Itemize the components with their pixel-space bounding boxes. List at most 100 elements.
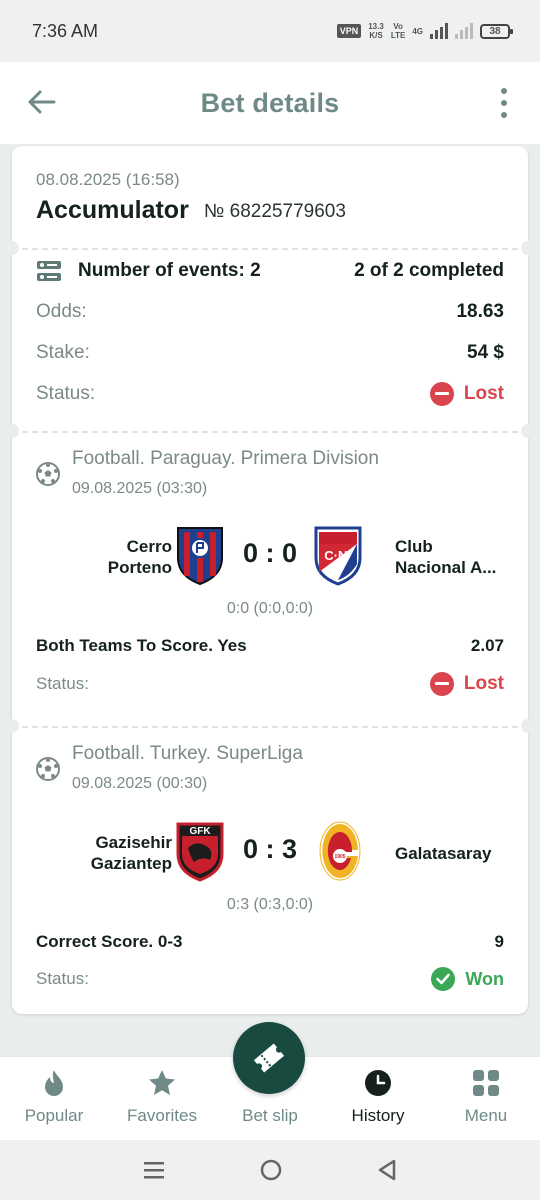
- minus-circle-icon: [429, 382, 454, 406]
- grid-icon: [473, 1070, 499, 1096]
- list-icon: [37, 261, 61, 281]
- market-odds: 9: [494, 932, 504, 951]
- galatasaray-logo-text: 1905: [334, 854, 345, 860]
- match-score: 0 : 0: [242, 538, 298, 568]
- network-type-label: 4G: [412, 26, 423, 36]
- away-team-line1: Club: [395, 537, 433, 556]
- network-speed-unit: K/S: [369, 31, 383, 40]
- svg-text:C·N·: C·N·: [324, 548, 351, 563]
- event-status-value: Lost: [463, 673, 504, 694]
- arrow-left-icon[interactable]: [26, 86, 58, 118]
- home-team-name: Gazisehir Gaziantep: [52, 832, 172, 874]
- score-detail: 0:0 (0:0,0:0): [226, 600, 314, 617]
- nav-label: History: [351, 1106, 405, 1125]
- home-team-line1: Cerro: [126, 537, 172, 556]
- nav-item-history[interactable]: History: [324, 1057, 432, 1140]
- events-count-label: Number of events: 2: [78, 260, 261, 281]
- signal-icon-secondary: [455, 23, 473, 39]
- event-status-value: Won: [465, 968, 504, 989]
- stake-row: Stake: 54 $: [36, 342, 504, 364]
- nav-label: Menu: [464, 1106, 508, 1125]
- gaziantep-logo-text: GFK: [189, 826, 211, 837]
- nav-item-popular[interactable]: Popular: [0, 1057, 108, 1140]
- event-league: Football. Paraguay. Primera Division: [72, 448, 379, 469]
- status-row: Status: Lost: [36, 382, 504, 406]
- nav-label: Popular: [24, 1106, 84, 1125]
- home-team-line1: Gazisehir: [95, 833, 172, 852]
- ticket-icon: [253, 1043, 285, 1073]
- club-nacional-logo: C·N·: [314, 526, 362, 586]
- status-value: Lost: [463, 383, 504, 404]
- market-row: Correct Score. 0-3 9: [36, 932, 504, 952]
- flame-icon: [45, 1070, 63, 1096]
- network-speed: 13.3 K/S: [368, 22, 384, 40]
- divider: [22, 431, 518, 433]
- bet-number: № 68225779603: [204, 201, 346, 222]
- divider: [22, 248, 518, 250]
- score-detail: 0:3 (0:3,0:0): [226, 896, 314, 913]
- ticket-notch: [5, 424, 19, 438]
- market-row: Both Teams To Score. Yes 2.07: [36, 636, 504, 656]
- home-team-line2: Gaziantep: [90, 854, 172, 873]
- odds-row: Odds: 18.63: [36, 301, 504, 323]
- stake-label: Stake:: [36, 342, 90, 363]
- ticket-notch: [5, 719, 19, 733]
- bet-slip-button[interactable]: [233, 1022, 305, 1094]
- system-icons: VPN 13.3 K/S Vo LTE 4G 38: [336, 22, 513, 40]
- ticket-notch: [5, 241, 19, 255]
- cerro-porteno-logo: [177, 527, 223, 586]
- recent-apps-icon[interactable]: [142, 1159, 166, 1181]
- status-label: Status:: [36, 383, 96, 404]
- event-date: 09.08.2025 (03:30): [72, 480, 208, 497]
- volte-bottom: LTE: [390, 31, 406, 40]
- bet-type: Accumulator: [36, 196, 189, 224]
- more-vertical-icon[interactable]: [498, 88, 510, 118]
- gaziantep-logo: GFK: [176, 822, 224, 882]
- event-status-badge: Won: [431, 967, 504, 991]
- check-circle-icon: [431, 967, 456, 991]
- battery-icon: 38: [480, 23, 513, 39]
- events-count: Number of events: 2: [36, 260, 261, 282]
- football-icon: [36, 462, 60, 486]
- ticket-notch: [521, 424, 535, 438]
- clock-icon: [365, 1070, 391, 1096]
- minus-circle-icon: [429, 672, 454, 696]
- system-navigation-bar: [0, 1140, 540, 1200]
- home-team-name: Cerro Porteno: [72, 536, 172, 578]
- bet-date: 08.08.2025 (16:58): [36, 170, 180, 189]
- stake-value: 54 $: [467, 342, 504, 363]
- vpn-icon: VPN: [336, 24, 362, 38]
- network-type: 4G: [412, 27, 423, 36]
- clock-time: 7:36 AM: [32, 20, 99, 41]
- events-completed: 2 of 2 completed: [354, 260, 504, 281]
- ticket-notch: [521, 241, 535, 255]
- page-title: Bet details: [200, 87, 340, 118]
- nav-label: Bet slip: [242, 1106, 298, 1125]
- odds-value: 18.63: [456, 301, 504, 322]
- match-score: 0 : 3: [242, 834, 298, 864]
- odds-label: Odds:: [36, 301, 87, 322]
- signal-icon: [430, 23, 448, 39]
- event-status-row: Status: Lost: [36, 672, 504, 696]
- home-icon[interactable]: [259, 1158, 283, 1182]
- nav-item-menu[interactable]: Menu: [432, 1057, 540, 1140]
- market-odds: 2.07: [470, 636, 504, 655]
- volte-top: Vo: [393, 22, 403, 31]
- away-team-line2: Nacional A...: [395, 558, 497, 577]
- galatasaray-logo: 1905: [319, 821, 361, 881]
- event-status-label: Status:: [36, 674, 89, 693]
- market-name: Both Teams To Score. Yes: [36, 636, 247, 655]
- nav-item-favorites[interactable]: Favorites: [108, 1057, 216, 1140]
- star-icon: [149, 1070, 175, 1095]
- event-league: Football. Turkey. SuperLiga: [72, 743, 303, 764]
- event-status-label: Status:: [36, 969, 89, 988]
- away-team-name: Club Nacional A...: [395, 536, 517, 578]
- system-status-bar: 7:36 AM VPN 13.3 K/S Vo LTE 4G 38: [0, 0, 540, 62]
- away-team-name: Galatasaray: [395, 844, 492, 863]
- back-triangle-icon[interactable]: [376, 1158, 398, 1182]
- home-team-line2: Porteno: [107, 558, 172, 577]
- event-status-row: Status: Won: [36, 967, 504, 991]
- volte-icon: Vo LTE: [391, 22, 406, 40]
- event-status-badge: Lost: [429, 672, 504, 696]
- market-name: Correct Score. 0-3: [36, 932, 183, 951]
